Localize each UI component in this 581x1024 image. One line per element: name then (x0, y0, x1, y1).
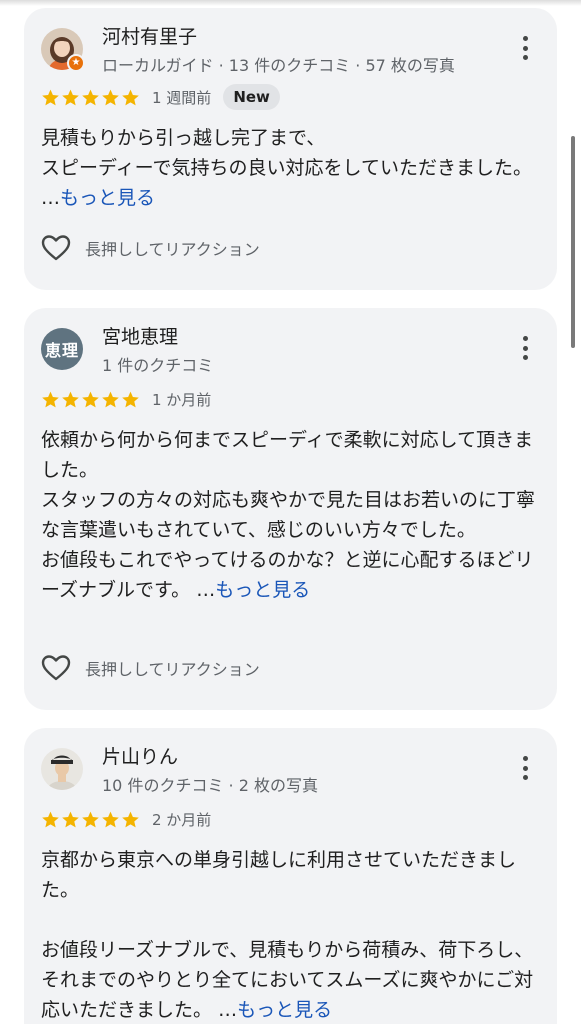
reviewer-meta[interactable]: 10 件のクチコミ · 2 枚の写真 (102, 772, 318, 796)
review-body: 見積もりから引っ越し完了まで、 スピーディーで気持ちの良い対応をしていただきまし… (41, 127, 532, 179)
star-icon (122, 811, 139, 827)
avatar[interactable] (41, 748, 83, 790)
more-vert-icon[interactable] (513, 754, 537, 782)
reviewer-meta[interactable]: ローカルガイド · 13 件のクチコミ · 57 枚の写真 (102, 52, 455, 76)
star-icon (122, 391, 139, 407)
review-body: 京都から東京への単身引越しに利用させていただきました。 お値段リーズナブルで、見… (41, 849, 534, 1021)
star-icon (62, 811, 79, 827)
rating-row: 1 か月前 (41, 386, 211, 412)
review-body: 依頼から何から何までスピーディで柔軟に対応して頂きました。 スタッフの方々の対応… (41, 429, 536, 601)
star-icon (102, 89, 119, 105)
reviewer-name[interactable]: 河村有里子 (102, 22, 197, 49)
ellipsis: … (41, 187, 60, 209)
rating-row: 1 週間前 New (41, 84, 280, 110)
star-rating (41, 88, 140, 107)
review-card: 恵理 宮地恵理 1 件のクチコミ 1 か月前 依頼から何から何までスピーディで柔… (24, 308, 557, 710)
reviewer-meta[interactable]: 1 件のクチコミ (102, 352, 213, 376)
rating-row: 2 か月前 (41, 806, 211, 832)
review-card: ★ 河村有里子 ローカルガイド · 13 件のクチコミ · 57 枚の写真 1 … (24, 8, 557, 290)
new-badge: New (223, 84, 280, 110)
review-time: 2 か月前 (152, 810, 212, 829)
reaction-label: 長押ししてリアクション (85, 660, 260, 679)
star-icon (42, 811, 59, 827)
more-vert-icon[interactable] (513, 34, 537, 62)
ellipsis: … (218, 999, 238, 1021)
reaction-button[interactable]: 長押ししてリアクション (41, 654, 260, 682)
star-rating (41, 810, 140, 829)
more-vert-icon[interactable] (513, 334, 537, 362)
star-icon (82, 811, 99, 827)
review-time: 1 か月前 (152, 390, 212, 409)
ellipsis: … (196, 579, 216, 601)
star-rating (41, 390, 140, 409)
review-text: 京都から東京への単身引越しに利用させていただきました。 お値段リーズナブルで、見… (41, 845, 546, 1024)
top-shadow (0, 0, 581, 6)
review-text: 依頼から何から何までスピーディで柔軟に対応して頂きました。 スタッフの方々の対応… (41, 425, 546, 605)
star-icon (102, 391, 119, 407)
review-time: 1 週間前 (152, 88, 212, 107)
reviewer-name[interactable]: 宮地恵理 (102, 322, 178, 349)
star-icon (62, 391, 79, 407)
more-link[interactable]: もっと見る (60, 187, 155, 209)
star-icon (122, 89, 139, 105)
heart-outline-icon (41, 655, 71, 681)
reviews-page: ★ 河村有里子 ローカルガイド · 13 件のクチコミ · 57 枚の写真 1 … (0, 0, 581, 1024)
review-card: 片山りん 10 件のクチコミ · 2 枚の写真 2 か月前 京都から東京への単身… (24, 728, 557, 1024)
star-icon (102, 811, 119, 827)
review-text: 見積もりから引っ越し完了まで、 スピーディーで気持ちの良い対応をしていただきまし… (41, 123, 546, 213)
star-icon (82, 391, 99, 407)
more-link[interactable]: もっと見る (215, 579, 310, 601)
avatar[interactable]: 恵理 (41, 328, 83, 370)
star-icon (82, 89, 99, 105)
reviewer-name[interactable]: 片山りん (102, 742, 178, 769)
more-link[interactable]: もっと見る (237, 999, 332, 1021)
heart-outline-icon (41, 235, 71, 261)
star-icon (42, 89, 59, 105)
scrollbar[interactable] (571, 136, 575, 348)
reaction-button[interactable]: 長押ししてリアクション (41, 234, 260, 262)
reaction-label: 長押ししてリアクション (85, 240, 260, 259)
local-guide-star-badge-icon: ★ (67, 54, 85, 72)
star-icon (62, 89, 79, 105)
star-icon (42, 391, 59, 407)
